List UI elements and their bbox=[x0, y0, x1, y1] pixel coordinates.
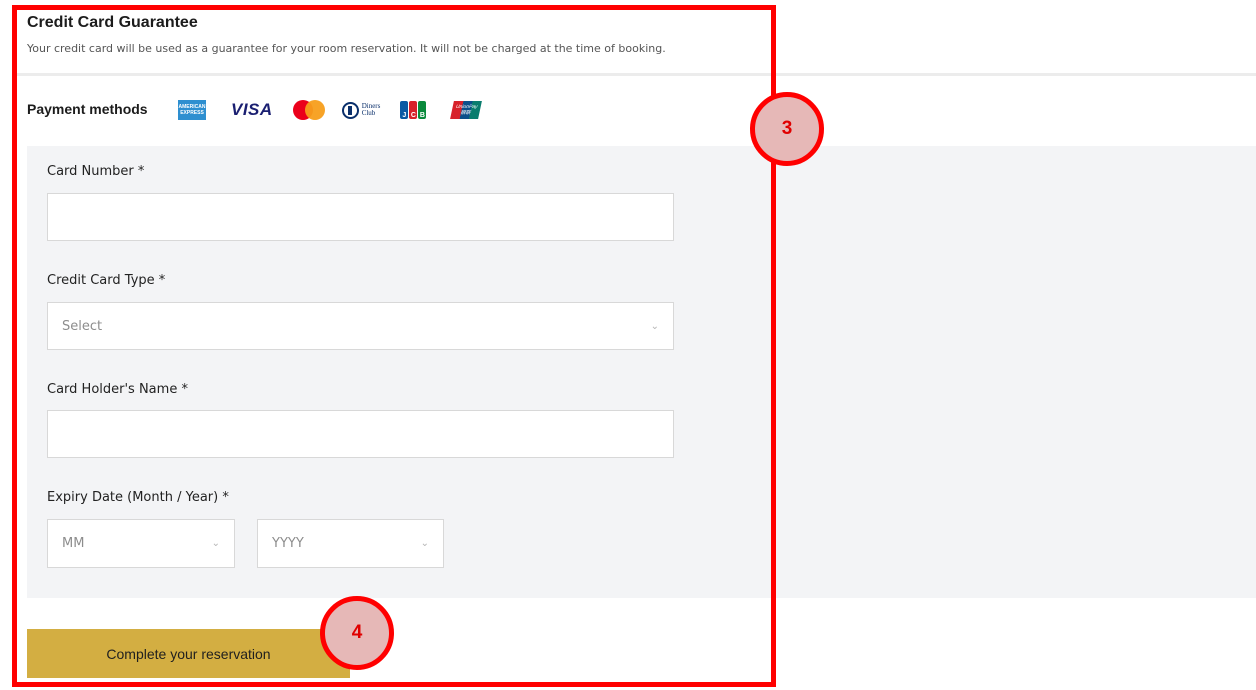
expiry-year-select[interactable]: YYYY ⌄ bbox=[257, 519, 444, 568]
expiry-month-select[interactable]: MM ⌄ bbox=[47, 519, 235, 568]
card-holder-input[interactable] bbox=[47, 410, 674, 458]
expiry-date-label: Expiry Date (Month / Year) * bbox=[47, 490, 229, 505]
card-number-input[interactable] bbox=[47, 193, 674, 241]
chevron-down-icon: ⌄ bbox=[420, 538, 429, 549]
card-type-label: Credit Card Type * bbox=[47, 273, 166, 288]
jcb-icon: JCB bbox=[400, 101, 427, 119]
card-type-select[interactable]: Select ⌄ bbox=[47, 302, 674, 350]
right-background-panel bbox=[775, 146, 1256, 598]
card-holder-label: Card Holder's Name * bbox=[47, 382, 188, 397]
chevron-down-icon: ⌄ bbox=[650, 320, 659, 332]
top-divider bbox=[775, 73, 1256, 76]
amex-icon: AMERICAN EXPRESS bbox=[178, 100, 206, 120]
annotation-badge-4: 4 bbox=[320, 596, 394, 670]
visa-icon: VISA bbox=[231, 100, 273, 119]
annotation-badge-3: 3 bbox=[750, 92, 824, 166]
mastercard-icon bbox=[292, 100, 327, 120]
payment-methods-label: Payment methods bbox=[27, 101, 148, 117]
section-description: Your credit card will be used as a guara… bbox=[27, 42, 666, 55]
unionpay-icon: UnionPay 银联 bbox=[450, 101, 483, 119]
expiry-month-value: MM bbox=[62, 536, 85, 551]
payment-logos: AMERICAN EXPRESS VISA Diners Club JCB Unio… bbox=[178, 98, 483, 122]
card-number-label: Card Number * bbox=[47, 164, 145, 179]
chevron-down-icon: ⌄ bbox=[211, 538, 220, 549]
section-divider bbox=[15, 73, 773, 76]
section-title: Credit Card Guarantee bbox=[27, 14, 198, 31]
card-type-value: Select bbox=[62, 318, 103, 334]
expiry-year-value: YYYY bbox=[272, 536, 304, 551]
diners-club-icon: Diners Club bbox=[341, 101, 380, 119]
complete-reservation-button[interactable]: Complete your reservation bbox=[27, 629, 350, 678]
